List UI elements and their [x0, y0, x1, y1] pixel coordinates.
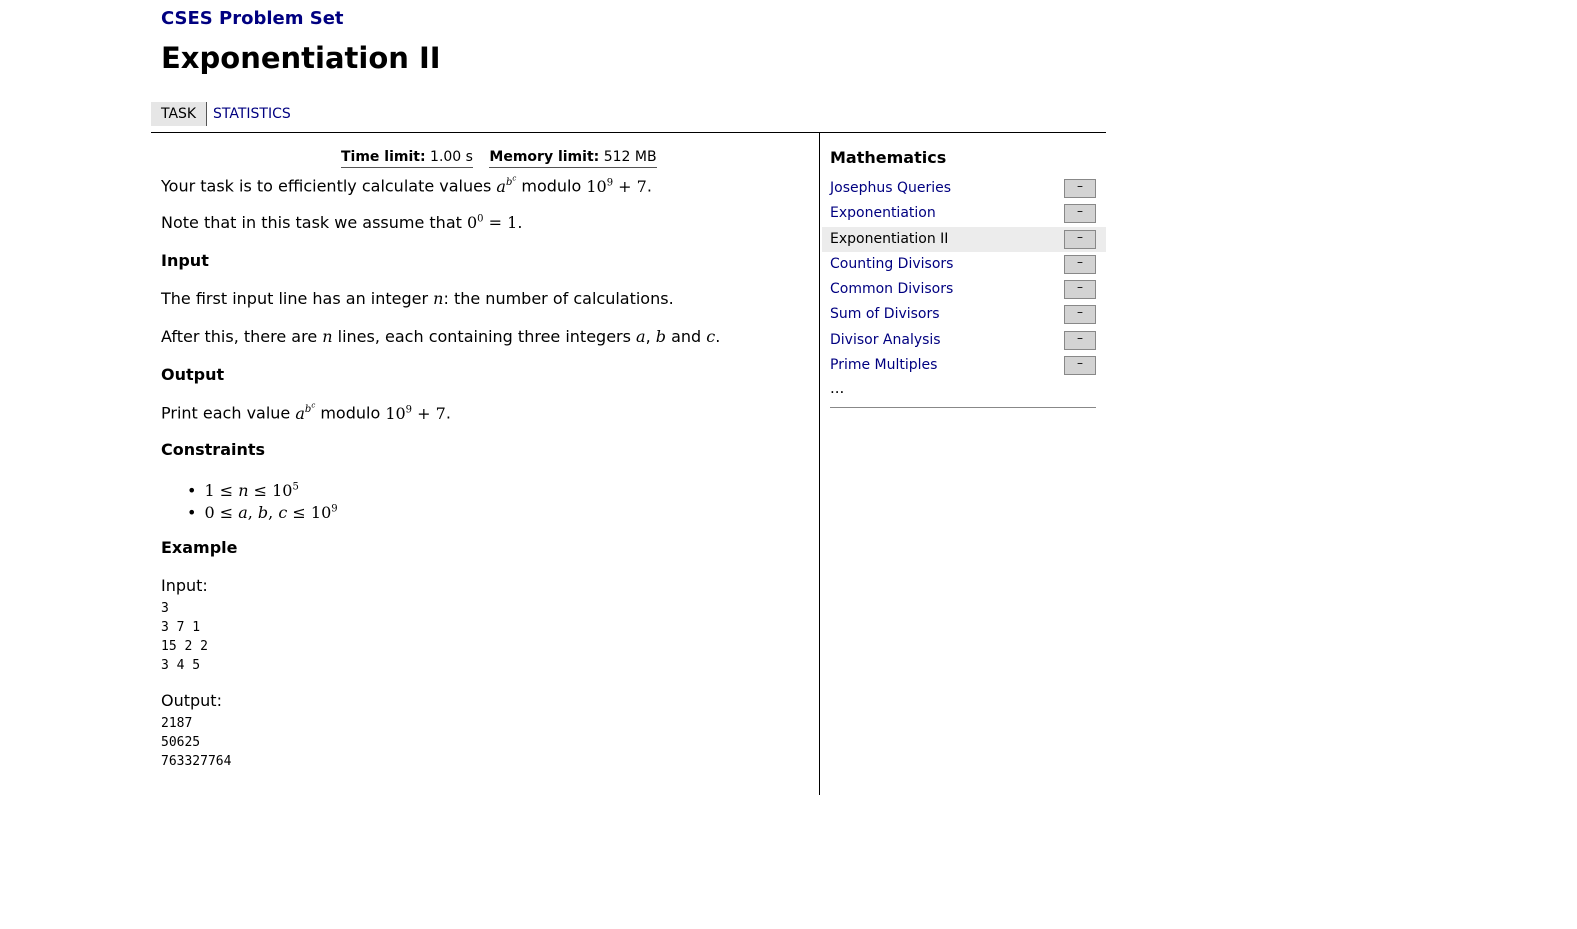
- example-input-label: Input:: [161, 576, 208, 595]
- task-tabs: TASK STATISTICS: [151, 102, 1106, 133]
- time-limit: Time limit: 1.00 s: [341, 149, 473, 168]
- nav-item-label[interactable]: Common Divisors: [830, 281, 953, 297]
- nav-title: Mathematics: [830, 148, 947, 167]
- intro-paragraph: Your task is to efficiently calculate va…: [161, 175, 652, 196]
- nav-item-counting-divisors[interactable]: Counting Divisors –: [822, 252, 1106, 277]
- nav-item-prime-multiples[interactable]: Prime Multiples –: [822, 353, 1106, 378]
- nav-more: ...: [830, 379, 845, 397]
- nav-item-josephus-queries[interactable]: Josephus Queries –: [822, 176, 1106, 201]
- nav-item-label: Exponentiation II: [830, 230, 949, 247]
- site-title-link[interactable]: CSES Problem Set: [161, 8, 441, 29]
- nav-item-exponentiation-ii: Exponentiation II –: [822, 226, 1106, 252]
- tab-task[interactable]: TASK: [151, 102, 208, 126]
- constraints-heading: Constraints: [161, 440, 266, 459]
- tab-statistics[interactable]: STATISTICS: [203, 102, 301, 126]
- task-status-icon: –: [1064, 254, 1096, 274]
- task-status-icon: –: [1064, 330, 1096, 350]
- task-status-icon: –: [1064, 356, 1096, 376]
- input-line1: The first input line has an integer n: t…: [161, 289, 674, 308]
- task-status-icon: –: [1064, 280, 1096, 300]
- nav-item-label[interactable]: Divisor Analysis: [830, 332, 941, 348]
- nav-item-label[interactable]: Sum of Divisors: [830, 306, 940, 322]
- constraint-abc: 0 ≤ a, b, c ≤ 109: [187, 499, 337, 522]
- constraint-n: 1 ≤ n ≤ 105: [187, 477, 338, 500]
- nav-divider: [830, 407, 1096, 408]
- output-heading: Output: [161, 365, 225, 384]
- nav-item-label[interactable]: Counting Divisors: [830, 256, 953, 272]
- nav-item-label[interactable]: Josephus Queries: [830, 180, 951, 196]
- example-input: 3 3 7 1 15 2 2 3 4 5: [161, 601, 208, 673]
- note-paragraph: Note that in this task we assume that 00…: [161, 213, 523, 232]
- page-header: CSES Problem Set Exponentiation II: [161, 8, 441, 75]
- example-heading: Example: [161, 538, 238, 557]
- input-line2: After this, there are n lines, each cont…: [161, 327, 721, 346]
- input-heading: Input: [161, 251, 209, 270]
- nav-item-label[interactable]: Prime Multiples: [830, 357, 937, 373]
- memory-limit: Memory limit: 512 MB: [489, 149, 657, 168]
- nav-item-exponentiation[interactable]: Exponentiation –: [822, 201, 1106, 226]
- task-content: Time limit: 1.00 s Memory limit: 512 MB …: [161, 134, 808, 795]
- nav-list: Josephus Queries – Exponentiation – Expone…: [822, 176, 1106, 378]
- nav-item-label[interactable]: Exponentiation: [830, 205, 936, 221]
- output-paragraph: Print each value abc modulo 109 + 7.: [161, 402, 451, 423]
- nav-item-divisor-analysis[interactable]: Divisor Analysis –: [822, 328, 1106, 353]
- column-divider: [819, 133, 820, 795]
- example-output-label: Output:: [161, 691, 222, 710]
- task-status-icon: –: [1064, 229, 1096, 249]
- nav-item-sum-of-divisors[interactable]: Sum of Divisors –: [822, 302, 1106, 327]
- task-status-icon: –: [1064, 305, 1096, 325]
- constraints-list: 1 ≤ n ≤ 105 0 ≤ a, b, c ≤ 109: [187, 477, 338, 522]
- task-status-icon: –: [1064, 179, 1096, 198]
- limits: Time limit: 1.00 s Memory limit: 512 MB: [341, 149, 669, 168]
- page-title: Exponentiation II: [161, 41, 441, 75]
- nav-item-common-divisors[interactable]: Common Divisors –: [822, 277, 1106, 302]
- task-status-icon: –: [1064, 204, 1096, 224]
- example-output: 2187 50625 763327764: [161, 716, 232, 769]
